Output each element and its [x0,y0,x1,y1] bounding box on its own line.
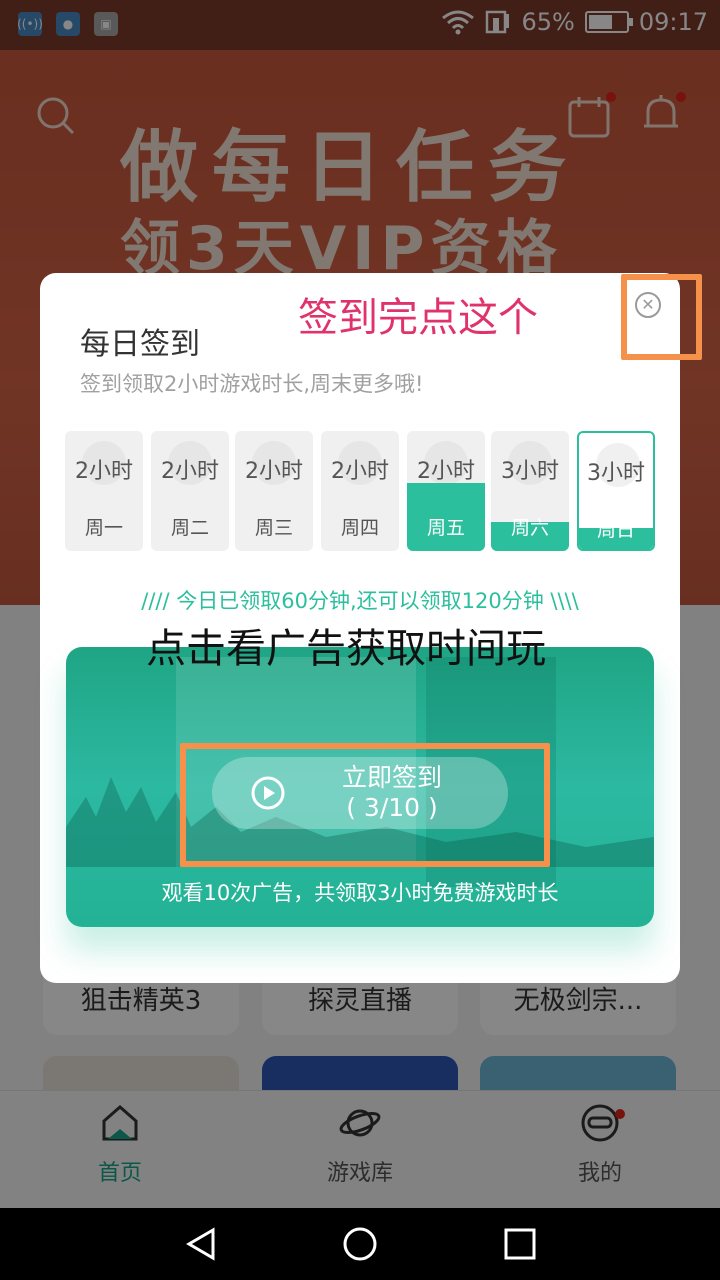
day-hours: 2小时 [331,459,389,484]
day-saturday[interactable]: 3小时周六 [491,431,569,551]
day-hours: 2小时 [417,459,475,484]
day-friday[interactable]: 2小时周五 [407,431,485,551]
day-hours: 3小时 [501,459,559,484]
weekday-checkin-row: 2小时周一 2小时周二 2小时周三 2小时周四 2小时周五 3小时周六 3小时周… [65,431,655,551]
dialog-subtitle: 签到领取2小时游戏时长,周末更多哦! [80,372,424,396]
progress-text: //// 今日已领取60分钟,还可以领取120分钟 \\\\ [141,589,579,613]
day-hours: 2小时 [75,459,133,484]
ad-caption: 观看10次广告，共领取3小时免费游戏时长 [161,881,559,905]
day-name: 周三 [254,517,293,539]
day-thursday[interactable]: 2小时周四 [321,431,399,551]
home-button-icon[interactable] [342,1226,378,1262]
day-tuesday[interactable]: 2小时周二 [151,431,229,551]
day-monday[interactable]: 2小时周一 [65,431,143,551]
button-highlight-box [180,743,550,867]
close-highlight-box [621,274,702,360]
day-hours: 2小时 [161,459,219,484]
ad-hint-annotation: 点击看广告获取时间玩 [146,626,546,672]
dialog-title: 每日签到 [80,327,200,362]
day-name: 周五 [426,517,465,539]
day-wednesday[interactable]: 2小时周三 [235,431,313,551]
daily-checkin-dialog: 每日签到 签到领取2小时游戏时长,周末更多哦! 签到完点这个 ✕ 2小时 周一 2… [40,273,702,983]
day-hours: 3小时 [587,461,645,486]
system-navigation-bar [0,1208,720,1280]
day-name: 周日 [596,519,635,541]
day-hours: 2小时 [245,459,303,484]
ad-panel[interactable]: 立即签到 ( 3/10 ) 观看10次广告，共领取3小时免费游戏时长 [66,647,654,927]
back-icon[interactable] [183,1226,219,1262]
day-name: 周一 [84,517,123,539]
day-sunday[interactable]: 3小时周日 [577,431,655,551]
day-name: 周四 [340,517,379,539]
day-name: 周二 [170,517,209,539]
day-name: 周六 [510,517,549,539]
recents-icon[interactable] [502,1226,538,1262]
close-hint-annotation: 签到完点这个 [298,295,538,341]
